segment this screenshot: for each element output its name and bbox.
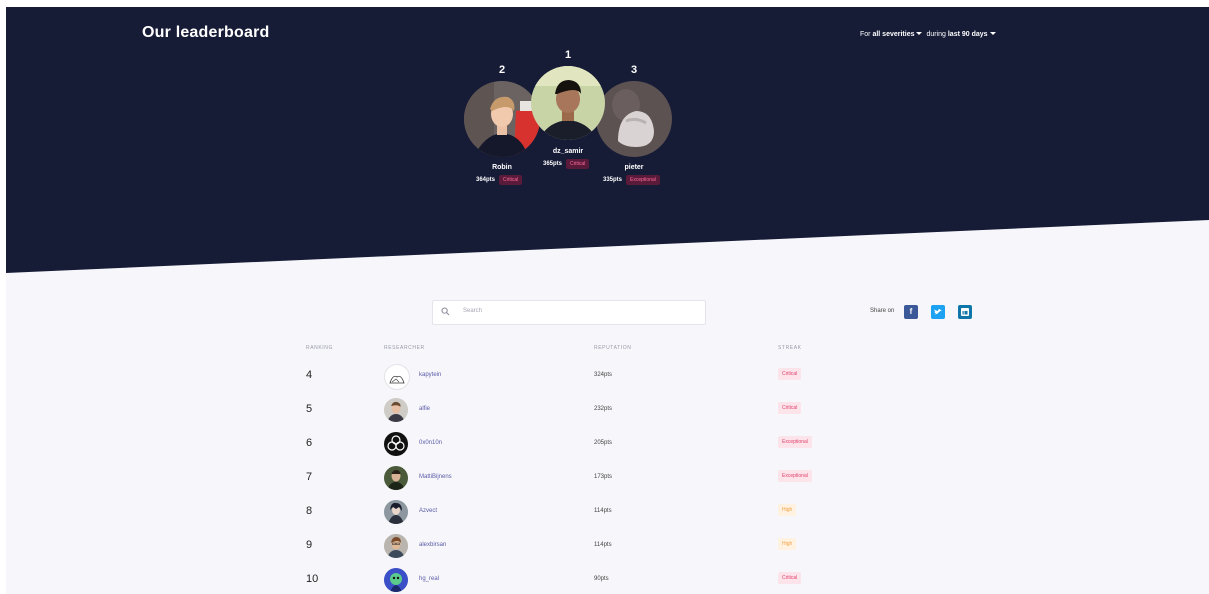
podium-name-dz-samir[interactable]: dz_samir	[528, 148, 608, 155]
reputation-cell: 90pts	[594, 576, 609, 582]
rank-cell: 4	[306, 369, 313, 381]
table-row: 9 alexbirsan 114pts High	[6, 529, 1209, 563]
podium-streak-badge: Critical	[499, 175, 523, 185]
chevron-down-icon	[989, 32, 996, 36]
podium-rank-2: 2	[498, 64, 506, 76]
table-row: 10 hg_real 90pts Critical	[6, 563, 1209, 594]
twitter-share-button[interactable]	[931, 305, 945, 319]
podium-streak-badge: Critical	[566, 159, 590, 169]
reputation-cell: 232pts	[594, 406, 613, 412]
search-icon	[441, 307, 450, 316]
search-placeholder: Search	[463, 308, 483, 314]
streak-badge: Critical	[778, 368, 802, 380]
researcher-avatar[interactable]	[384, 534, 408, 558]
table-row: 6 0x0n10n 205pts Exceptional	[6, 427, 1209, 461]
column-header-reputation: REPUTATION	[594, 345, 632, 351]
researcher-avatar[interactable]	[384, 432, 408, 456]
researcher-avatar[interactable]	[384, 466, 408, 490]
researcher-name-link[interactable]: alfie	[419, 406, 430, 412]
chevron-down-icon	[916, 32, 923, 36]
rank-cell: 7	[306, 471, 313, 483]
reputation-cell: 114pts	[594, 542, 612, 548]
rank-cell: 9	[306, 539, 313, 551]
podium-name-robin[interactable]: Robin	[462, 164, 542, 171]
podium-rank-3: 3	[630, 64, 638, 76]
linkedin-icon	[961, 308, 969, 316]
researcher-avatar[interactable]	[384, 568, 408, 592]
rank-cell: 10	[306, 573, 319, 585]
rank-cell: 8	[306, 505, 313, 517]
page-title: Our leaderboard	[142, 24, 270, 41]
researcher-name-link[interactable]: kapytein	[419, 372, 441, 378]
podium-avatar-dz-samir[interactable]	[531, 66, 605, 140]
streak-badge: Critical	[778, 402, 802, 414]
podium-name-pieter[interactable]: pieter	[594, 164, 674, 171]
reputation-cell: 205pts	[594, 440, 613, 446]
streak-badge: Critical	[778, 572, 802, 584]
table-row: 4 kapytein 324pts Critical	[6, 359, 1209, 393]
search-input[interactable]: Search	[432, 300, 706, 325]
filter-middle: during	[926, 31, 946, 38]
leaderboard-hero: Our leaderboard For all severities durin…	[6, 7, 1209, 277]
twitter-icon	[934, 308, 942, 314]
table-row: 5 alfie 232pts Critical	[6, 393, 1209, 427]
researcher-name-link[interactable]: alexbirsan	[419, 542, 446, 548]
share-label: Share on	[870, 308, 895, 314]
facebook-share-button[interactable]: f	[904, 305, 918, 319]
streak-badge: High	[778, 504, 797, 516]
researcher-name-link[interactable]: 0x0n10n	[419, 440, 442, 446]
researcher-name-link[interactable]: MattiBijnens	[419, 474, 452, 480]
podium-rank-1: 1	[564, 49, 572, 61]
column-header-ranking: RANKING	[306, 345, 333, 351]
podium-score-robin: 364pts Critical	[476, 175, 523, 185]
researcher-avatar[interactable]	[384, 364, 410, 390]
podium-avatar-robin[interactable]	[464, 81, 540, 157]
podium-score-dz-samir: 365pts Critical	[543, 159, 590, 169]
linkedin-share-button[interactable]	[958, 305, 972, 319]
reputation-cell: 114pts	[594, 508, 612, 514]
filter-prefix: For	[860, 31, 871, 38]
column-header-streak: STREAK	[778, 345, 802, 351]
podium-streak-badge: Exceptional	[626, 175, 660, 185]
column-header-researcher: RESEARCHER	[384, 345, 425, 351]
researcher-name-link[interactable]: hg_real	[419, 576, 439, 582]
facebook-icon: f	[909, 307, 913, 316]
streak-badge: High	[778, 538, 797, 550]
page-frame: Our leaderboard For all severities durin…	[6, 7, 1209, 594]
researcher-name-link[interactable]: Azvect	[419, 508, 437, 514]
streak-badge: Exceptional	[778, 436, 812, 448]
rank-cell: 6	[306, 437, 313, 449]
severity-dropdown[interactable]: all severities	[872, 31, 924, 38]
reputation-cell: 173pts	[594, 474, 613, 480]
table-row: 8 Azvect 114pts High	[6, 495, 1209, 529]
table-row: 7 MattiBijnens 173pts Exceptional	[6, 461, 1209, 495]
rank-cell: 5	[306, 403, 313, 415]
streak-badge: Exceptional	[778, 470, 812, 482]
researcher-avatar[interactable]	[384, 500, 408, 524]
reputation-cell: 324pts	[594, 372, 613, 378]
podium-avatar-pieter[interactable]	[596, 81, 672, 157]
researcher-avatar[interactable]	[384, 398, 408, 422]
period-dropdown[interactable]: last 90 days	[948, 31, 998, 38]
leaderboard-filter: For all severities during last 90 days	[860, 31, 998, 38]
podium-score-pieter: 335pts Exceptional	[603, 175, 660, 185]
